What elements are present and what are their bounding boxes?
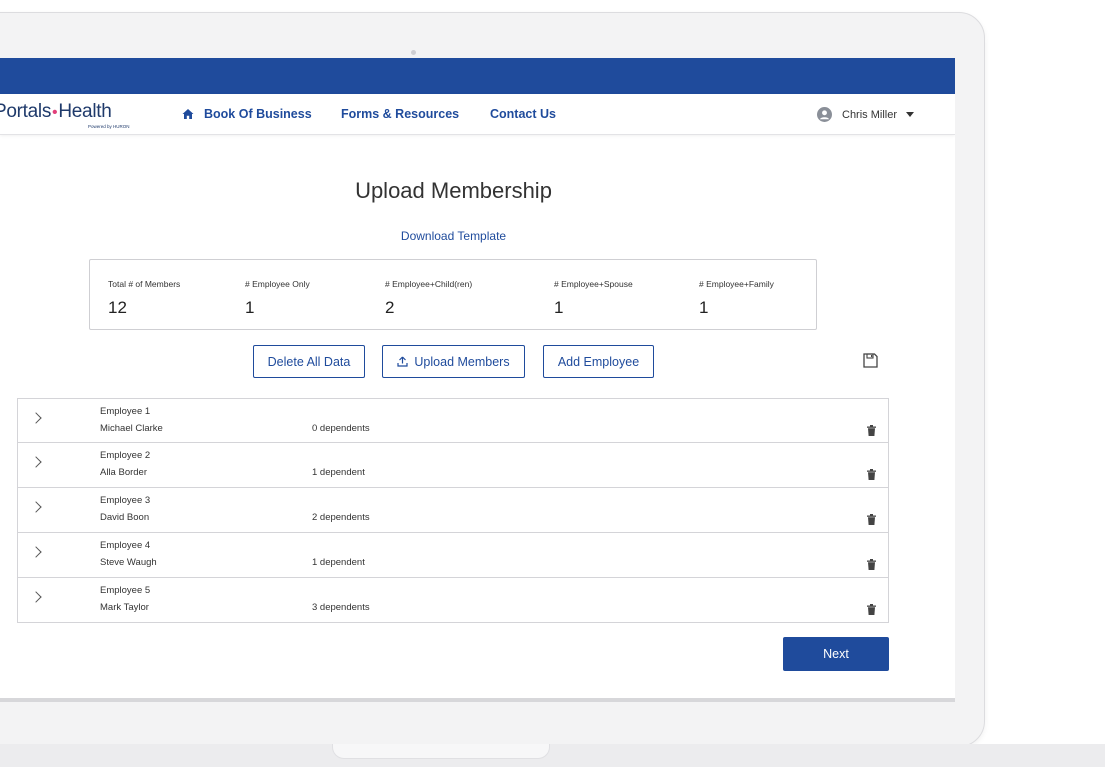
camera-dot [411, 50, 416, 55]
user-avatar-icon[interactable] [817, 107, 832, 122]
employee-title: Employee 4 [100, 540, 151, 551]
stat-label: Total # of Members [108, 279, 181, 289]
trash-icon[interactable] [867, 514, 876, 525]
chevron-right-icon[interactable] [30, 591, 42, 603]
stat-value: 12 [108, 298, 127, 317]
home-icon[interactable] [182, 108, 194, 120]
employee-dependents: 2 dependents [312, 512, 370, 523]
chevron-right-icon[interactable] [30, 412, 42, 424]
stat-label: # Employee+Child(ren) [385, 279, 473, 289]
logo-subtitle: Powered by HURON [88, 124, 130, 129]
upload-icon [397, 356, 409, 367]
user-name[interactable]: Chris Miller [842, 109, 897, 121]
employee-title: Employee 5 [100, 585, 151, 596]
trash-icon[interactable] [867, 425, 876, 436]
add-employee-button[interactable]: Add Employee [543, 345, 654, 378]
page-title: Upload Membership [355, 178, 552, 203]
logo[interactable]: Portals•Health [0, 101, 112, 123]
stat-employee-only: # Employee Only 1 [245, 279, 310, 318]
stat-value: 1 [245, 298, 255, 317]
download-template-label[interactable]: Download Template [401, 229, 506, 243]
stat-employee-spouse: # Employee+Spouse 1 [554, 279, 633, 318]
screen-bottom-bezel [0, 698, 955, 702]
chevron-right-icon[interactable] [30, 546, 42, 558]
add-employee-label: Add Employee [557, 354, 640, 369]
employee-dependents: 1 dependent [312, 467, 365, 478]
employee-list: Employee 1 Michael Clarke 0 dependents E… [17, 398, 889, 623]
employee-name: David Boon [100, 512, 150, 523]
employee-row[interactable]: Employee 1 Michael Clarke 0 dependents [17, 398, 889, 443]
upload-members-label: Upload Members [414, 354, 510, 369]
stat-label: # Employee+Family [699, 279, 774, 289]
employee-row[interactable]: Employee 5 Mark Taylor 3 dependents [17, 578, 889, 623]
trash-icon[interactable] [867, 469, 876, 480]
next-button[interactable]: Next [783, 637, 889, 671]
logo-text-right: Health [58, 101, 112, 122]
employee-name: Mark Taylor [100, 602, 149, 613]
employee-title: Employee 1 [100, 406, 151, 417]
nav-bar: Portals•Health Powered by HURON Book Of … [0, 94, 955, 135]
chevron-right-icon[interactable] [30, 456, 42, 468]
employee-name: Michael Clarke [100, 423, 163, 434]
employee-dependents: 1 dependent [312, 557, 365, 568]
upload-members-button[interactable]: Upload Members [382, 345, 525, 378]
delete-all-data-label: Delete All Data [267, 354, 351, 369]
screen: Portals•Health Powered by HURON Book Of … [0, 58, 955, 698]
save-icon[interactable] [863, 353, 878, 368]
user-menu-caret-icon[interactable] [906, 112, 914, 117]
employee-row[interactable]: Employee 4 Steve Waugh 1 dependent [17, 533, 889, 578]
delete-all-data-button[interactable]: Delete All Data [253, 345, 365, 378]
employee-name: Alla Border [100, 467, 147, 478]
employee-row[interactable]: Employee 3 David Boon 2 dependents [17, 488, 889, 533]
laptop-base-notch [332, 744, 550, 759]
stat-value: 2 [385, 298, 395, 317]
top-bar [0, 58, 955, 94]
stat-total-members: Total # of Members 12 [108, 279, 180, 318]
stat-label: # Employee Only [245, 279, 310, 289]
logo-dot: • [52, 104, 58, 121]
nav-link-contact-us[interactable]: Contact Us [490, 107, 556, 121]
chevron-right-icon[interactable] [30, 501, 42, 513]
employee-title: Employee 2 [100, 450, 151, 461]
stats-panel: Total # of Members 12 # Employee Only 1 … [89, 259, 817, 330]
stat-value: 1 [554, 298, 564, 317]
trash-icon[interactable] [867, 604, 876, 615]
trash-icon[interactable] [867, 559, 876, 570]
download-template-link[interactable]: Download Template [0, 229, 907, 243]
employee-name: Steve Waugh [100, 557, 157, 568]
stat-employee-children: # Employee+Child(ren) 2 [385, 279, 472, 318]
logo-text-left: Portals [0, 101, 52, 122]
employee-dependents: 0 dependents [312, 423, 370, 434]
stat-label: # Employee+Spouse [554, 279, 633, 289]
nav-link-book-of-business[interactable]: Book Of Business [204, 107, 312, 121]
stat-value: 1 [699, 298, 709, 317]
next-label: Next [823, 647, 849, 661]
employee-dependents: 3 dependents [312, 602, 370, 613]
employee-row[interactable]: Employee 2 Alla Border 1 dependent [17, 443, 889, 488]
laptop-base [0, 744, 1105, 767]
stat-employee-family: # Employee+Family 1 [699, 279, 774, 318]
employee-title: Employee 3 [100, 495, 151, 506]
nav-link-forms-resources[interactable]: Forms & Resources [341, 107, 459, 121]
